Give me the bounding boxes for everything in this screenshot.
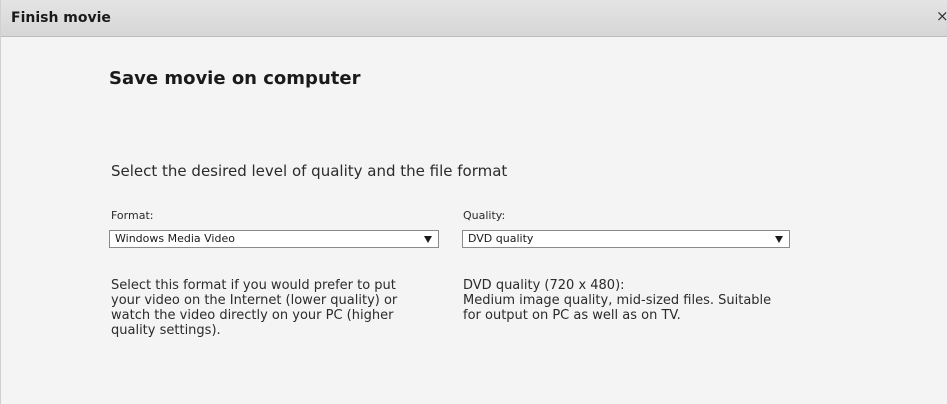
page-title: Save movie on computer — [109, 68, 361, 89]
quality-select[interactable]: DVD quality — [462, 230, 790, 248]
quality-description: DVD quality (720 x 480): Medium image qu… — [463, 278, 772, 323]
quality-label: Quality: — [463, 209, 506, 222]
format-select[interactable]: Windows Media Video — [109, 230, 439, 248]
chevron-down-icon — [424, 236, 432, 243]
quality-selected-value: DVD quality — [468, 232, 534, 245]
finish-movie-dialog: Finish movie × Save movie on computer Se… — [0, 0, 947, 404]
title-bar: Finish movie × — [1, 0, 947, 37]
format-label: Format: — [111, 209, 154, 222]
format-selected-value: Windows Media Video — [115, 232, 235, 245]
chevron-down-icon — [775, 236, 783, 243]
window-title: Finish movie — [11, 10, 111, 26]
instruction-text: Select the desired level of quality and … — [111, 162, 508, 180]
close-icon[interactable]: × — [936, 8, 947, 24]
format-description: Select this format if you would prefer t… — [111, 278, 398, 338]
